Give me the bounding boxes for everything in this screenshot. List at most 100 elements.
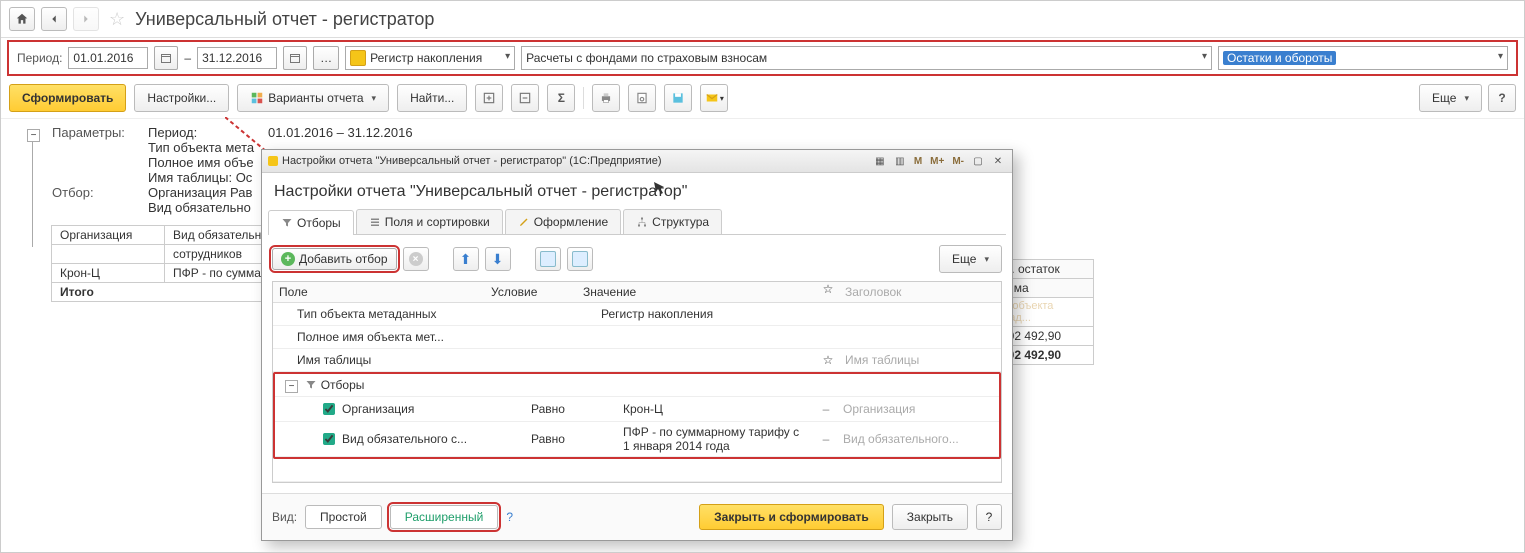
tab-body: + Добавить отбор × ⬆ ⬇ Еще▾ Поле Условие — [262, 235, 1012, 493]
tool-icon-2[interactable] — [567, 247, 593, 271]
tree-icon — [636, 216, 648, 228]
row-checkbox[interactable] — [323, 403, 335, 415]
grid-row[interactable]: Полное имя объекта мет... — [273, 326, 1001, 349]
cell-cond: Равно — [525, 399, 617, 419]
period-ellipsis-button[interactable]: … — [313, 46, 339, 70]
mode-simple-button[interactable]: Простой — [305, 505, 382, 529]
modal-heading: Настройки отчета "Универсальный отчет - … — [274, 183, 1000, 201]
move-down-button[interactable]: ⬇ — [485, 247, 511, 271]
settings-button[interactable]: Настройки... — [134, 84, 229, 112]
variants-button[interactable]: Варианты отчета▾ — [237, 84, 389, 112]
more-label: Еще — [1432, 91, 1456, 105]
generate-button[interactable]: Сформировать — [9, 84, 126, 112]
grid-row[interactable]: Имя таблицы ☆Имя таблицы — [273, 349, 1001, 372]
cell-val: Крон-Ц — [617, 399, 815, 419]
tb-calendar-icon[interactable]: ▥ — [892, 153, 908, 169]
group-col-header: Организация — [52, 226, 165, 245]
grid-row[interactable]: Тип объекта метаданных Регистр накоплени… — [273, 303, 1001, 326]
cell-field: Вид обязательного с... — [342, 432, 467, 446]
find-label: Найти... — [410, 91, 454, 105]
period-key: Период: — [148, 125, 268, 140]
sum-icon[interactable]: Σ — [547, 84, 575, 112]
app-icon — [268, 156, 278, 166]
tool-icon-1[interactable] — [535, 247, 561, 271]
modal-titlebar[interactable]: Настройки отчета "Универсальный отчет - … — [262, 150, 1012, 173]
period-from-calendar-icon[interactable] — [154, 46, 178, 70]
register-combo[interactable]: Расчеты с фондами по страховым взносам ▾ — [521, 46, 1212, 70]
variants-icon — [250, 91, 264, 105]
meta-type: Тип объекта мета — [148, 140, 254, 155]
help-icon[interactable]: ? — [1488, 84, 1516, 112]
email-icon[interactable]: ▾ — [700, 84, 728, 112]
tree-collapse-button[interactable]: − — [27, 129, 40, 142]
close-button[interactable]: Закрыть — [892, 504, 968, 530]
funnel-small-icon — [305, 379, 317, 391]
tb-min-icon[interactable]: ▢ — [970, 153, 986, 169]
row-checkbox[interactable] — [323, 433, 335, 445]
cell-title: Организация — [837, 399, 999, 419]
tab-structure[interactable]: Структура — [623, 209, 722, 234]
cursor-icon — [652, 180, 668, 196]
save-icon[interactable] — [664, 84, 692, 112]
mode-advanced-button[interactable]: Расширенный — [390, 505, 499, 529]
preview-icon[interactable] — [628, 84, 656, 112]
tb-m[interactable]: M — [912, 156, 924, 167]
period-to-input[interactable]: 31.12.2016 — [197, 47, 277, 69]
register-type-combo[interactable]: Регистр накопления ▾ — [345, 46, 515, 70]
footer-help-link[interactable]: ? — [506, 510, 513, 524]
hdr-title: Заголовок — [839, 282, 1001, 302]
back-button[interactable] — [41, 7, 67, 31]
footer-help-button[interactable]: ? — [976, 504, 1002, 530]
chevron-down-icon: ▾ — [505, 51, 510, 62]
close-gen-label: Закрыть и сформировать — [714, 510, 869, 524]
tb-close-icon[interactable]: ✕ — [990, 153, 1006, 169]
top-nav: ☆ Универсальный отчет - регистратор — [1, 1, 1524, 38]
add-filter-button[interactable]: + Добавить отбор — [272, 248, 397, 270]
tb-mminus[interactable]: M- — [950, 156, 966, 167]
period-dash: – — [184, 51, 191, 65]
print-icon[interactable] — [592, 84, 620, 112]
mode-simple-label: Простой — [320, 510, 367, 524]
find-button[interactable]: Найти... — [397, 84, 467, 112]
settings-label: Настройки... — [147, 91, 216, 105]
mode-combo[interactable]: Остатки и обороты ▾ — [1218, 46, 1508, 70]
period-from-input[interactable]: 01.01.2016 — [68, 47, 148, 69]
filters-section-highlighted: − Отборы Организация Равно Крон-Ц – Орга… — [273, 372, 1001, 459]
period-bar: Период: 01.01.2016 – 31.12.2016 … Регист… — [7, 40, 1518, 76]
register-icon — [350, 50, 366, 66]
delete-filter-button[interactable]: × — [403, 247, 429, 271]
arrow-down-icon: ⬇ — [491, 252, 505, 266]
filter-more-button[interactable]: Еще▾ — [939, 245, 1002, 273]
plus-icon: + — [281, 252, 295, 266]
tb-mplus[interactable]: M+ — [928, 156, 946, 167]
period-to-calendar-icon[interactable] — [283, 46, 307, 70]
grid-row[interactable]: Вид обязательного с... Равно ПФР - по су… — [275, 422, 999, 457]
more-button[interactable]: Еще▾ — [1419, 84, 1482, 112]
settings-modal: Настройки отчета "Универсальный отчет - … — [261, 149, 1013, 541]
grid-row-filters[interactable]: − Отборы — [275, 374, 999, 397]
cell-field: Тип объекта метаданных — [273, 304, 503, 324]
expand-all-icon[interactable] — [475, 84, 503, 112]
cell-title: Имя таблицы — [839, 350, 1001, 370]
collapse-all-icon[interactable] — [511, 84, 539, 112]
forward-button[interactable] — [73, 7, 99, 31]
period-to-value: 31.12.2016 — [202, 51, 262, 65]
pencil-icon — [518, 216, 530, 228]
tab-filters[interactable]: Отборы — [268, 210, 354, 235]
tab-fields[interactable]: Поля и сортировки — [356, 209, 503, 234]
move-up-button[interactable]: ⬆ — [453, 247, 479, 271]
tab-design[interactable]: Оформление — [505, 209, 621, 234]
cell-val: ПФР - по суммарному тарифу с 1 января 20… — [617, 422, 815, 456]
mode-value: Остатки и обороты — [1223, 51, 1336, 65]
collapse-icon[interactable]: − — [285, 380, 298, 393]
generate-label: Сформировать — [22, 91, 113, 105]
view-label: Вид: — [272, 510, 297, 524]
home-button[interactable] — [9, 7, 35, 31]
close-and-generate-button[interactable]: Закрыть и сформировать — [699, 504, 884, 530]
favorite-star-icon[interactable]: ☆ — [109, 9, 125, 30]
hdr-field: Поле — [273, 282, 485, 302]
tb-calc-icon[interactable]: ▦ — [872, 153, 888, 169]
cell-field: Имя таблицы — [273, 350, 503, 370]
grid-row[interactable]: Организация Равно Крон-Ц – Организация — [275, 397, 999, 422]
cell-field: Полное имя объекта мет... — [273, 327, 503, 347]
